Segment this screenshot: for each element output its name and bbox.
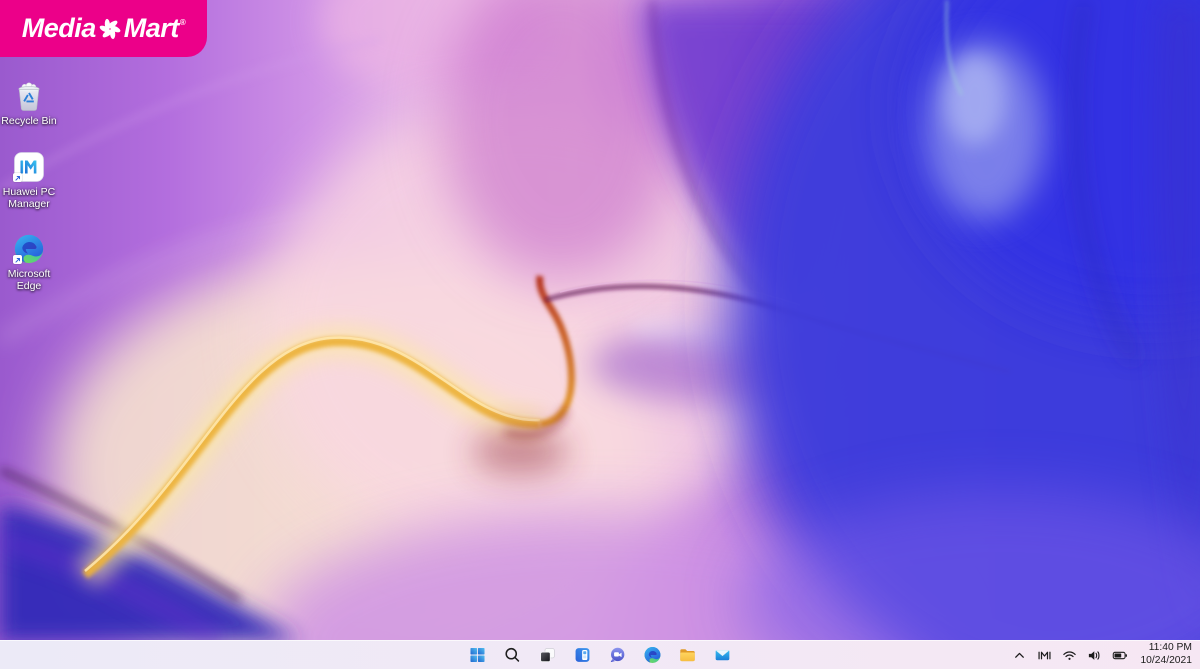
windows-desktop: Media Mart ® xyxy=(0,0,1200,669)
huawei-tray-icon xyxy=(1037,648,1052,663)
edge-swirl-icon xyxy=(644,646,662,664)
chevron-up-icon xyxy=(1012,648,1027,663)
recycle-bin-icon xyxy=(13,80,45,112)
folder-icon xyxy=(679,646,697,664)
edge-button[interactable] xyxy=(643,645,663,665)
envelope-icon xyxy=(714,646,732,664)
system-tray: 11:40 PM 10/24/2021 xyxy=(1011,641,1192,669)
hidden-icons-chevron[interactable] xyxy=(1011,647,1028,664)
windows-logo-icon xyxy=(469,646,487,664)
clock-date: 10/24/2021 xyxy=(1140,655,1192,668)
task-view-button[interactable] xyxy=(538,645,558,665)
widgets-icon xyxy=(574,646,592,664)
mediamart-rosette-icon xyxy=(97,16,123,42)
taskbar-center-group xyxy=(468,641,733,669)
wifi-icon xyxy=(1062,648,1077,663)
huawei-pc-manager-icon xyxy=(13,151,45,183)
chat-button[interactable] xyxy=(608,645,628,665)
icon-label: Huawei PC Manager xyxy=(3,186,56,211)
icon-label: Microsoft Edge xyxy=(8,268,51,293)
microsoft-edge-icon xyxy=(13,233,45,265)
desktop-icon-recycle-bin[interactable]: Recycle Bin xyxy=(0,80,61,127)
mediamart-banner: Media Mart ® xyxy=(0,0,207,57)
registered-mark: ® xyxy=(180,19,185,27)
taskbar: 11:40 PM 10/24/2021 xyxy=(0,640,1200,669)
start-button[interactable] xyxy=(468,645,488,665)
desktop-icon-microsoft-edge[interactable]: Microsoft Edge xyxy=(0,233,61,293)
battery-icon xyxy=(1112,648,1128,663)
widgets-button[interactable] xyxy=(573,645,593,665)
search-icon xyxy=(504,646,522,664)
file-explorer-button[interactable] xyxy=(678,645,698,665)
mediamart-logo: Media Mart ® xyxy=(22,15,185,42)
clock[interactable]: 11:40 PM 10/24/2021 xyxy=(1140,642,1192,668)
shortcut-arrow-icon xyxy=(13,173,22,182)
mail-button[interactable] xyxy=(713,645,733,665)
task-view-icon xyxy=(539,646,557,664)
chat-video-icon xyxy=(609,646,627,664)
volume-tray-item[interactable] xyxy=(1086,647,1103,664)
icon-label: Recycle Bin xyxy=(1,115,56,127)
search-button[interactable] xyxy=(503,645,523,665)
desktop-icon-huawei-pc-manager[interactable]: Huawei PC Manager xyxy=(0,151,61,211)
network-tray-item[interactable] xyxy=(1061,647,1078,664)
huawei-tray-item[interactable] xyxy=(1036,647,1053,664)
logo-text-media: Media xyxy=(22,15,96,42)
speaker-icon xyxy=(1087,648,1102,663)
logo-text-mart: Mart xyxy=(124,15,179,42)
clock-time: 11:40 PM xyxy=(1140,642,1192,655)
shortcut-arrow-icon xyxy=(13,255,22,264)
desktop-wallpaper xyxy=(0,0,1200,641)
battery-tray-item[interactable] xyxy=(1111,647,1128,664)
